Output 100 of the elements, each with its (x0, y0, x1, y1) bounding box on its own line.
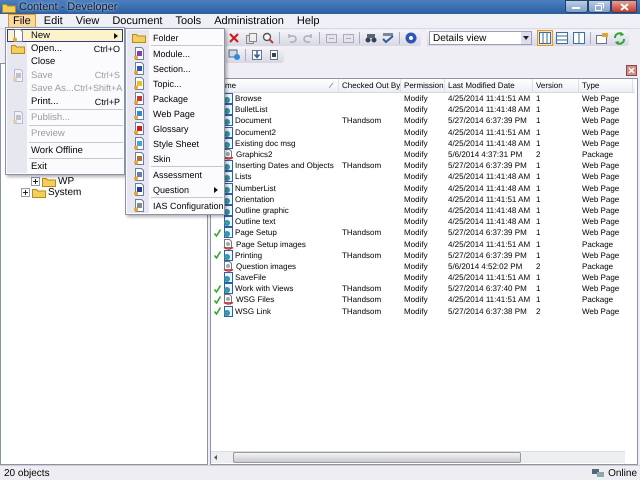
file-name[interactable]: Orientation (235, 194, 274, 204)
column-header[interactable]: me (225, 81, 236, 90)
view-dropdown[interactable]: Details view (429, 31, 532, 45)
properties-button[interactable] (594, 30, 610, 46)
web-page-icon (132, 107, 146, 120)
file-name[interactable]: Existing doc msg (235, 138, 296, 148)
table-cell-text: THandsom (341, 284, 382, 294)
remove-icon (326, 34, 336, 42)
column-header[interactable]: Permission (404, 81, 444, 90)
package-icon (132, 92, 146, 105)
table-cell-text: Modify (403, 184, 429, 193)
file-name[interactable]: Work with Views (235, 284, 294, 294)
table-cell-text: Web Page (581, 116, 620, 126)
find-button[interactable] (260, 30, 276, 46)
spellcheck-button[interactable] (380, 30, 396, 46)
menu-item[interactable]: Web Page (127, 106, 223, 121)
column-header[interactable]: Version (536, 81, 563, 90)
table-cell-text: Modify (403, 128, 429, 137)
menu-item[interactable]: Print... Ctrl+P (7, 94, 123, 108)
list-view-button[interactable] (554, 30, 570, 46)
menu-item[interactable]: Tools (170, 14, 206, 28)
file-name[interactable]: Page Setup (235, 228, 277, 238)
network-button[interactable] (226, 47, 242, 63)
file-name[interactable]: Page Setup images (236, 240, 306, 249)
table-cell-text: 5/27/2014 6:37:38 PM (447, 306, 528, 316)
file-name[interactable]: WSG Files (236, 295, 274, 304)
column-header[interactable]: Last Modified Date (448, 81, 515, 90)
menu-item[interactable]: Section... (127, 61, 223, 76)
menu-item[interactable]: File (8, 14, 36, 28)
menu-item[interactable]: Administration (209, 14, 289, 28)
refresh-button[interactable] (611, 30, 627, 46)
menu-item[interactable]: Style Sheet (127, 136, 223, 151)
table-cell-text: 1 (535, 94, 542, 104)
menu-item[interactable]: Package (127, 91, 223, 106)
restore-button[interactable] (588, 0, 611, 13)
table-cell-text: Modify (403, 150, 429, 160)
menu-item[interactable]: Help (292, 14, 325, 28)
table-cell-text: Modify (403, 161, 429, 170)
close-icon (628, 67, 635, 74)
help-button[interactable] (403, 30, 419, 46)
file-name[interactable]: Lists (235, 172, 252, 182)
table-cell-text: THandsom (341, 228, 382, 238)
file-name[interactable]: Browse (235, 94, 262, 104)
table-cell-text: 5/27/2014 6:37:39 PM (447, 250, 528, 260)
file-name[interactable]: SaveFile (235, 273, 266, 282)
file-name[interactable]: Document2 (235, 128, 276, 137)
menu-item[interactable]: Open... Ctrl+O (7, 42, 123, 56)
table-cell-text: 4/25/2014 11:41:51 AM (447, 240, 532, 249)
menu-item[interactable]: Document (107, 14, 168, 28)
menu-item[interactable]: IAS Configuration (127, 198, 223, 213)
file-name[interactable]: NumberList (235, 184, 276, 193)
close-pane-button[interactable] (626, 65, 637, 76)
table-cell-text: 1 (535, 128, 542, 137)
menu-item[interactable]: Folder (127, 30, 223, 45)
download-button[interactable] (249, 47, 265, 63)
object-count: 20 objects (4, 468, 50, 478)
file-name[interactable]: Inserting Dates and Objects (235, 161, 334, 170)
column-header[interactable]: Type (582, 81, 600, 90)
skin-icon (132, 152, 146, 165)
file-name[interactable]: Graphics2 (236, 150, 272, 160)
menu-item[interactable]: Module... (127, 46, 223, 61)
menu-item[interactable]: View (70, 14, 104, 28)
menu-item[interactable]: New (7, 29, 123, 42)
file-name[interactable]: Printing (235, 250, 262, 260)
close-button[interactable] (611, 0, 637, 13)
table-cell-text: 1 (535, 295, 542, 304)
table-cell-text: Web Page (581, 105, 620, 114)
close-icon (620, 2, 628, 10)
file-name[interactable]: BulletList (235, 105, 268, 114)
tree-item[interactable]: System (48, 187, 82, 198)
horizontal-scrollbar[interactable] (211, 451, 625, 463)
expand-toggle[interactable] (31, 177, 40, 186)
split-view-button[interactable] (571, 30, 587, 46)
table-cell-text: 1 (535, 284, 542, 294)
file-name[interactable]: Outline graphic (235, 206, 289, 215)
menu-item[interactable]: Exit (7, 160, 123, 173)
split-view-icon (573, 32, 585, 44)
expand-toggle[interactable] (21, 188, 30, 197)
tree-item[interactable]: WP (58, 176, 74, 187)
table-cell-text: Web Page (581, 306, 620, 316)
menu-item[interactable]: Glossary (127, 121, 223, 136)
table-cell-text: 1 (535, 206, 542, 215)
menu-item[interactable]: Edit (38, 14, 68, 28)
table-cell-text: 5/27/2014 6:37:40 PM (447, 284, 528, 294)
file-name[interactable]: Outline text (235, 217, 276, 226)
menu-item[interactable]: Close (7, 55, 123, 69)
column-header[interactable]: Checked Out By (342, 81, 400, 90)
menu-item[interactable]: Question (127, 182, 223, 197)
details-view-button[interactable] (537, 30, 553, 46)
table-cell-text: 4/25/2014 11:41:51 AM (447, 273, 532, 282)
menu-item[interactable]: Assessment (127, 167, 223, 182)
menu-item[interactable]: Skin (127, 151, 223, 166)
minimize-button[interactable] (565, 0, 588, 13)
copy-button[interactable] (243, 30, 259, 46)
menu-item[interactable]: Work Offline (7, 144, 123, 157)
file-name[interactable]: WSG Link (235, 306, 272, 316)
file-name[interactable]: Document (235, 116, 272, 126)
redo-icon (302, 33, 314, 43)
menu-item[interactable]: Topic... (127, 76, 223, 91)
file-name[interactable]: Question images (236, 262, 296, 271)
